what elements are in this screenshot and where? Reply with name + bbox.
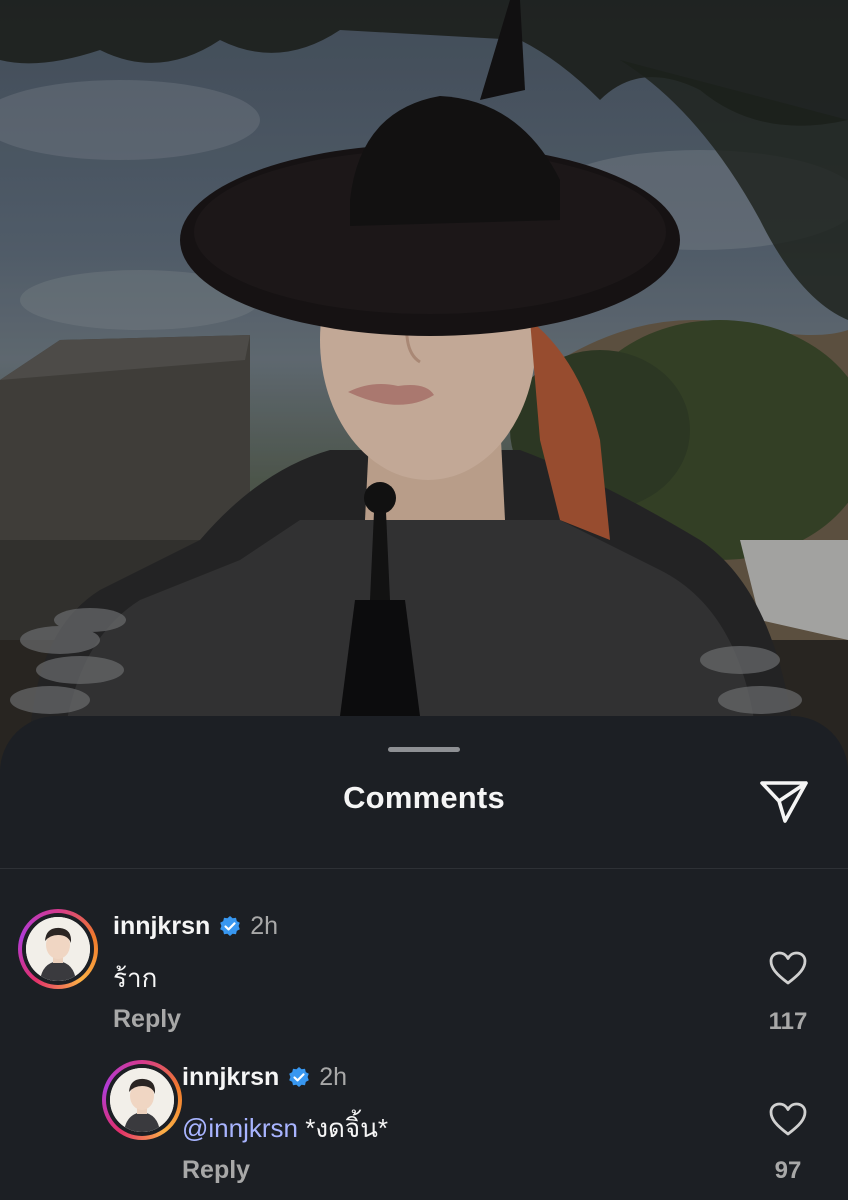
like-button[interactable] — [768, 1101, 808, 1137]
reply-button[interactable]: Reply — [182, 1156, 250, 1185]
verified-badge-icon — [287, 1066, 311, 1090]
avatar[interactable] — [102, 1060, 182, 1140]
paper-plane-icon — [760, 781, 808, 823]
share-button[interactable] — [758, 778, 810, 826]
reply-button[interactable]: Reply — [113, 1005, 181, 1034]
post-photo — [0, 0, 848, 800]
comment-text: ร้าก — [113, 963, 158, 993]
like-button[interactable] — [768, 950, 808, 986]
comment-username[interactable]: innjkrsn — [113, 912, 210, 941]
comment-timestamp: 2h — [319, 1063, 348, 1091]
avatar-illustration — [110, 1068, 174, 1132]
heart-outline-icon — [769, 951, 807, 985]
comment-text: *งดจิ้น* — [305, 1113, 389, 1143]
mention-link[interactable]: @innjkrsn — [182, 1113, 298, 1143]
like-count: 117 — [768, 1008, 808, 1035]
sheet-grabber[interactable] — [388, 747, 460, 752]
comment-username[interactable]: innjkrsn — [182, 1063, 279, 1092]
avatar-illustration — [26, 917, 90, 981]
comment-timestamp: 2h — [250, 912, 279, 940]
verified-badge-icon — [218, 915, 242, 939]
avatar[interactable] — [18, 909, 98, 989]
photo-illustration — [0, 0, 848, 800]
sheet-divider — [0, 868, 848, 869]
like-count: 97 — [774, 1157, 802, 1184]
heart-outline-icon — [769, 1102, 807, 1136]
sheet-title: Comments — [343, 780, 505, 815]
